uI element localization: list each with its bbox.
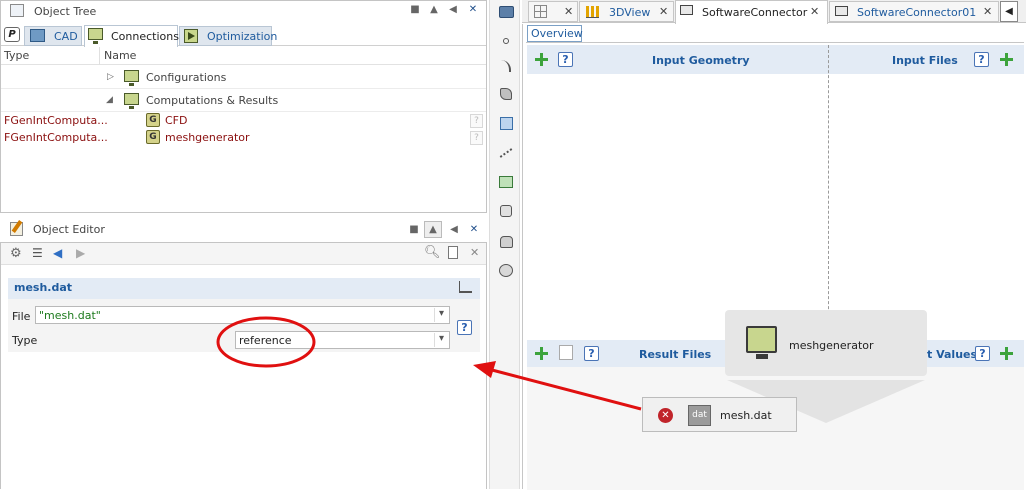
highlight-ellipse: [216, 316, 316, 368]
annotation-overlay: [216, 316, 642, 411]
annotation-arrowhead: [473, 361, 496, 378]
annotation-arrow-line: [491, 368, 642, 411]
